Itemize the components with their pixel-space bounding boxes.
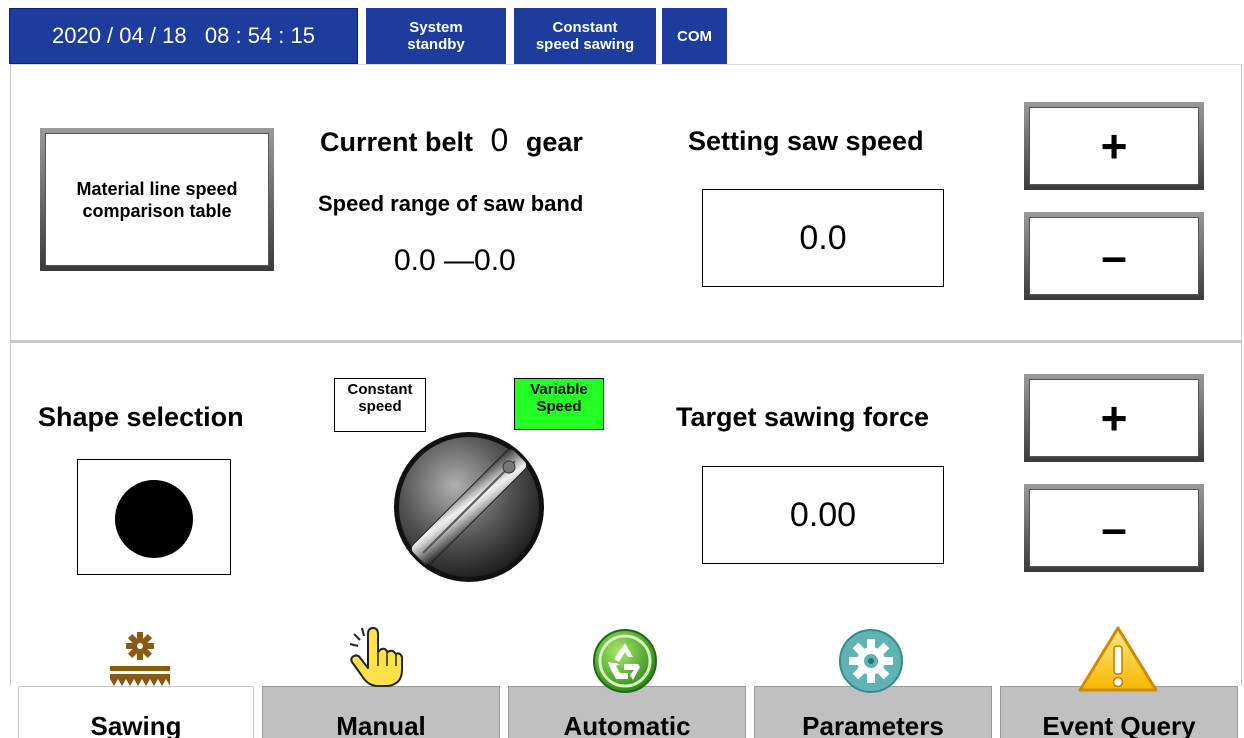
hand-pointer-icon (349, 627, 403, 687)
system-status-badge: System standby (366, 8, 506, 64)
plus-icon: + (1100, 120, 1128, 172)
setting-saw-speed-label: Setting saw speed (688, 126, 924, 156)
saw-speed-increase-button[interactable]: + (1024, 102, 1204, 190)
gear-icon (839, 629, 903, 693)
target-sawing-force-field[interactable]: 0.00 (702, 466, 944, 564)
tab-manual[interactable]: Manual (262, 686, 500, 738)
tab-event-query-label: Event Query (1042, 711, 1196, 738)
speed-mode-selector-knob[interactable] (392, 430, 546, 584)
tab-parameters-label: Parameters (802, 711, 944, 738)
warning-icon (1078, 626, 1158, 692)
tab-sawing[interactable]: Sawing (18, 686, 254, 738)
setting-saw-speed-field[interactable]: 0.0 (702, 189, 944, 287)
material-speed-table-button[interactable]: Material line speed comparison table (40, 128, 274, 271)
tab-automatic-label: Automatic (563, 711, 691, 738)
target-sawing-force-label: Target sawing force (676, 402, 930, 432)
current-belt-unit: gear (525, 127, 583, 157)
current-belt-value: 0 (490, 122, 509, 158)
tab-sawing-label: Sawing (90, 711, 182, 738)
material-speed-table-label: Material line speed comparison table (76, 178, 238, 221)
round-shape-icon (115, 480, 193, 558)
panel-divider (10, 340, 1242, 343)
sawing-mode-badge: Constant speed sawing (514, 8, 656, 64)
current-belt-row: Current belt 0 gear (320, 122, 583, 159)
saw-blade-icon (110, 632, 170, 686)
shape-selection-label: Shape selection (38, 402, 244, 432)
speed-range-value: 0.0 —0.0 (394, 244, 516, 277)
tab-manual-label: Manual (336, 711, 426, 738)
current-belt-label: Current belt (320, 127, 474, 157)
minus-icon: – (1101, 230, 1127, 282)
clock-display: 2020 / 04 / 18 08 : 54 : 15 (9, 8, 358, 64)
shape-selection-button[interactable] (77, 459, 231, 575)
com-status-badge: COM (662, 8, 727, 64)
minus-icon: – (1101, 502, 1127, 554)
variable-speed-tag: Variable Speed (514, 378, 604, 430)
plus-icon: + (1100, 392, 1128, 444)
force-increase-button[interactable]: + (1024, 374, 1204, 462)
recycle-icon (593, 629, 657, 693)
force-decrease-button[interactable]: – (1024, 484, 1204, 572)
saw-speed-decrease-button[interactable]: – (1024, 212, 1204, 300)
constant-speed-tag: Constant speed (334, 378, 426, 432)
speed-range-label: Speed range of saw band (318, 191, 584, 216)
